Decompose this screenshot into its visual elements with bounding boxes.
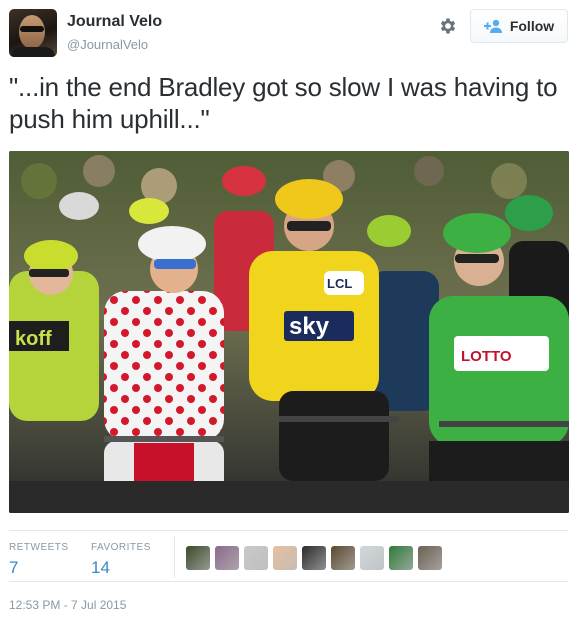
profile-avatar[interactable] bbox=[9, 9, 57, 57]
favoriter-avatar[interactable] bbox=[418, 546, 442, 570]
favoriter-avatars bbox=[186, 546, 442, 570]
add-user-icon bbox=[483, 19, 502, 33]
stats-divider bbox=[174, 536, 175, 578]
avatar-sunglasses bbox=[20, 26, 44, 32]
favorites-label: FAVORITES bbox=[91, 542, 151, 553]
favoriter-avatar[interactable] bbox=[273, 546, 297, 570]
svg-text:sky: sky bbox=[289, 313, 330, 340]
favoriter-avatar[interactable] bbox=[389, 546, 413, 570]
favorites-stat[interactable]: FAVORITES 14 bbox=[91, 542, 151, 578]
svg-text:LCL: LCL bbox=[327, 276, 352, 291]
avatar-shirt bbox=[11, 47, 55, 57]
favoriter-avatar[interactable] bbox=[244, 546, 268, 570]
account-handle[interactable]: @JournalVelo bbox=[67, 37, 148, 52]
follow-label: Follow bbox=[509, 18, 555, 34]
favorites-count: 14 bbox=[91, 558, 110, 577]
favoriter-avatar[interactable] bbox=[360, 546, 384, 570]
svg-text:LOTTO: LOTTO bbox=[461, 348, 512, 365]
favoriter-avatar[interactable] bbox=[331, 546, 355, 570]
divider-top bbox=[9, 530, 568, 531]
favoriter-avatar[interactable] bbox=[186, 546, 210, 570]
svg-text:koff: koff bbox=[15, 328, 52, 350]
favoriter-avatar[interactable] bbox=[215, 546, 239, 570]
retweets-stat[interactable]: RETWEETS 7 bbox=[9, 542, 69, 578]
retweets-count: 7 bbox=[9, 558, 19, 577]
gear-icon[interactable] bbox=[438, 16, 458, 36]
follow-button[interactable]: Follow bbox=[470, 9, 568, 43]
retweets-label: RETWEETS bbox=[9, 542, 69, 553]
account-name[interactable]: Journal Velo bbox=[67, 13, 162, 31]
tweet-photo[interactable]: koff sky LCL LOTTO bbox=[9, 151, 569, 513]
favoriter-avatar[interactable] bbox=[302, 546, 326, 570]
cyclists-peloton-image: koff sky LCL LOTTO bbox=[9, 151, 569, 513]
divider-bottom bbox=[9, 581, 568, 582]
avatar-face bbox=[19, 15, 45, 49]
tweet-timestamp[interactable]: 12:53 PM - 7 Jul 2015 bbox=[9, 598, 126, 612]
tweet-text: "...in the end Bradley got so slow I was… bbox=[9, 72, 558, 134]
